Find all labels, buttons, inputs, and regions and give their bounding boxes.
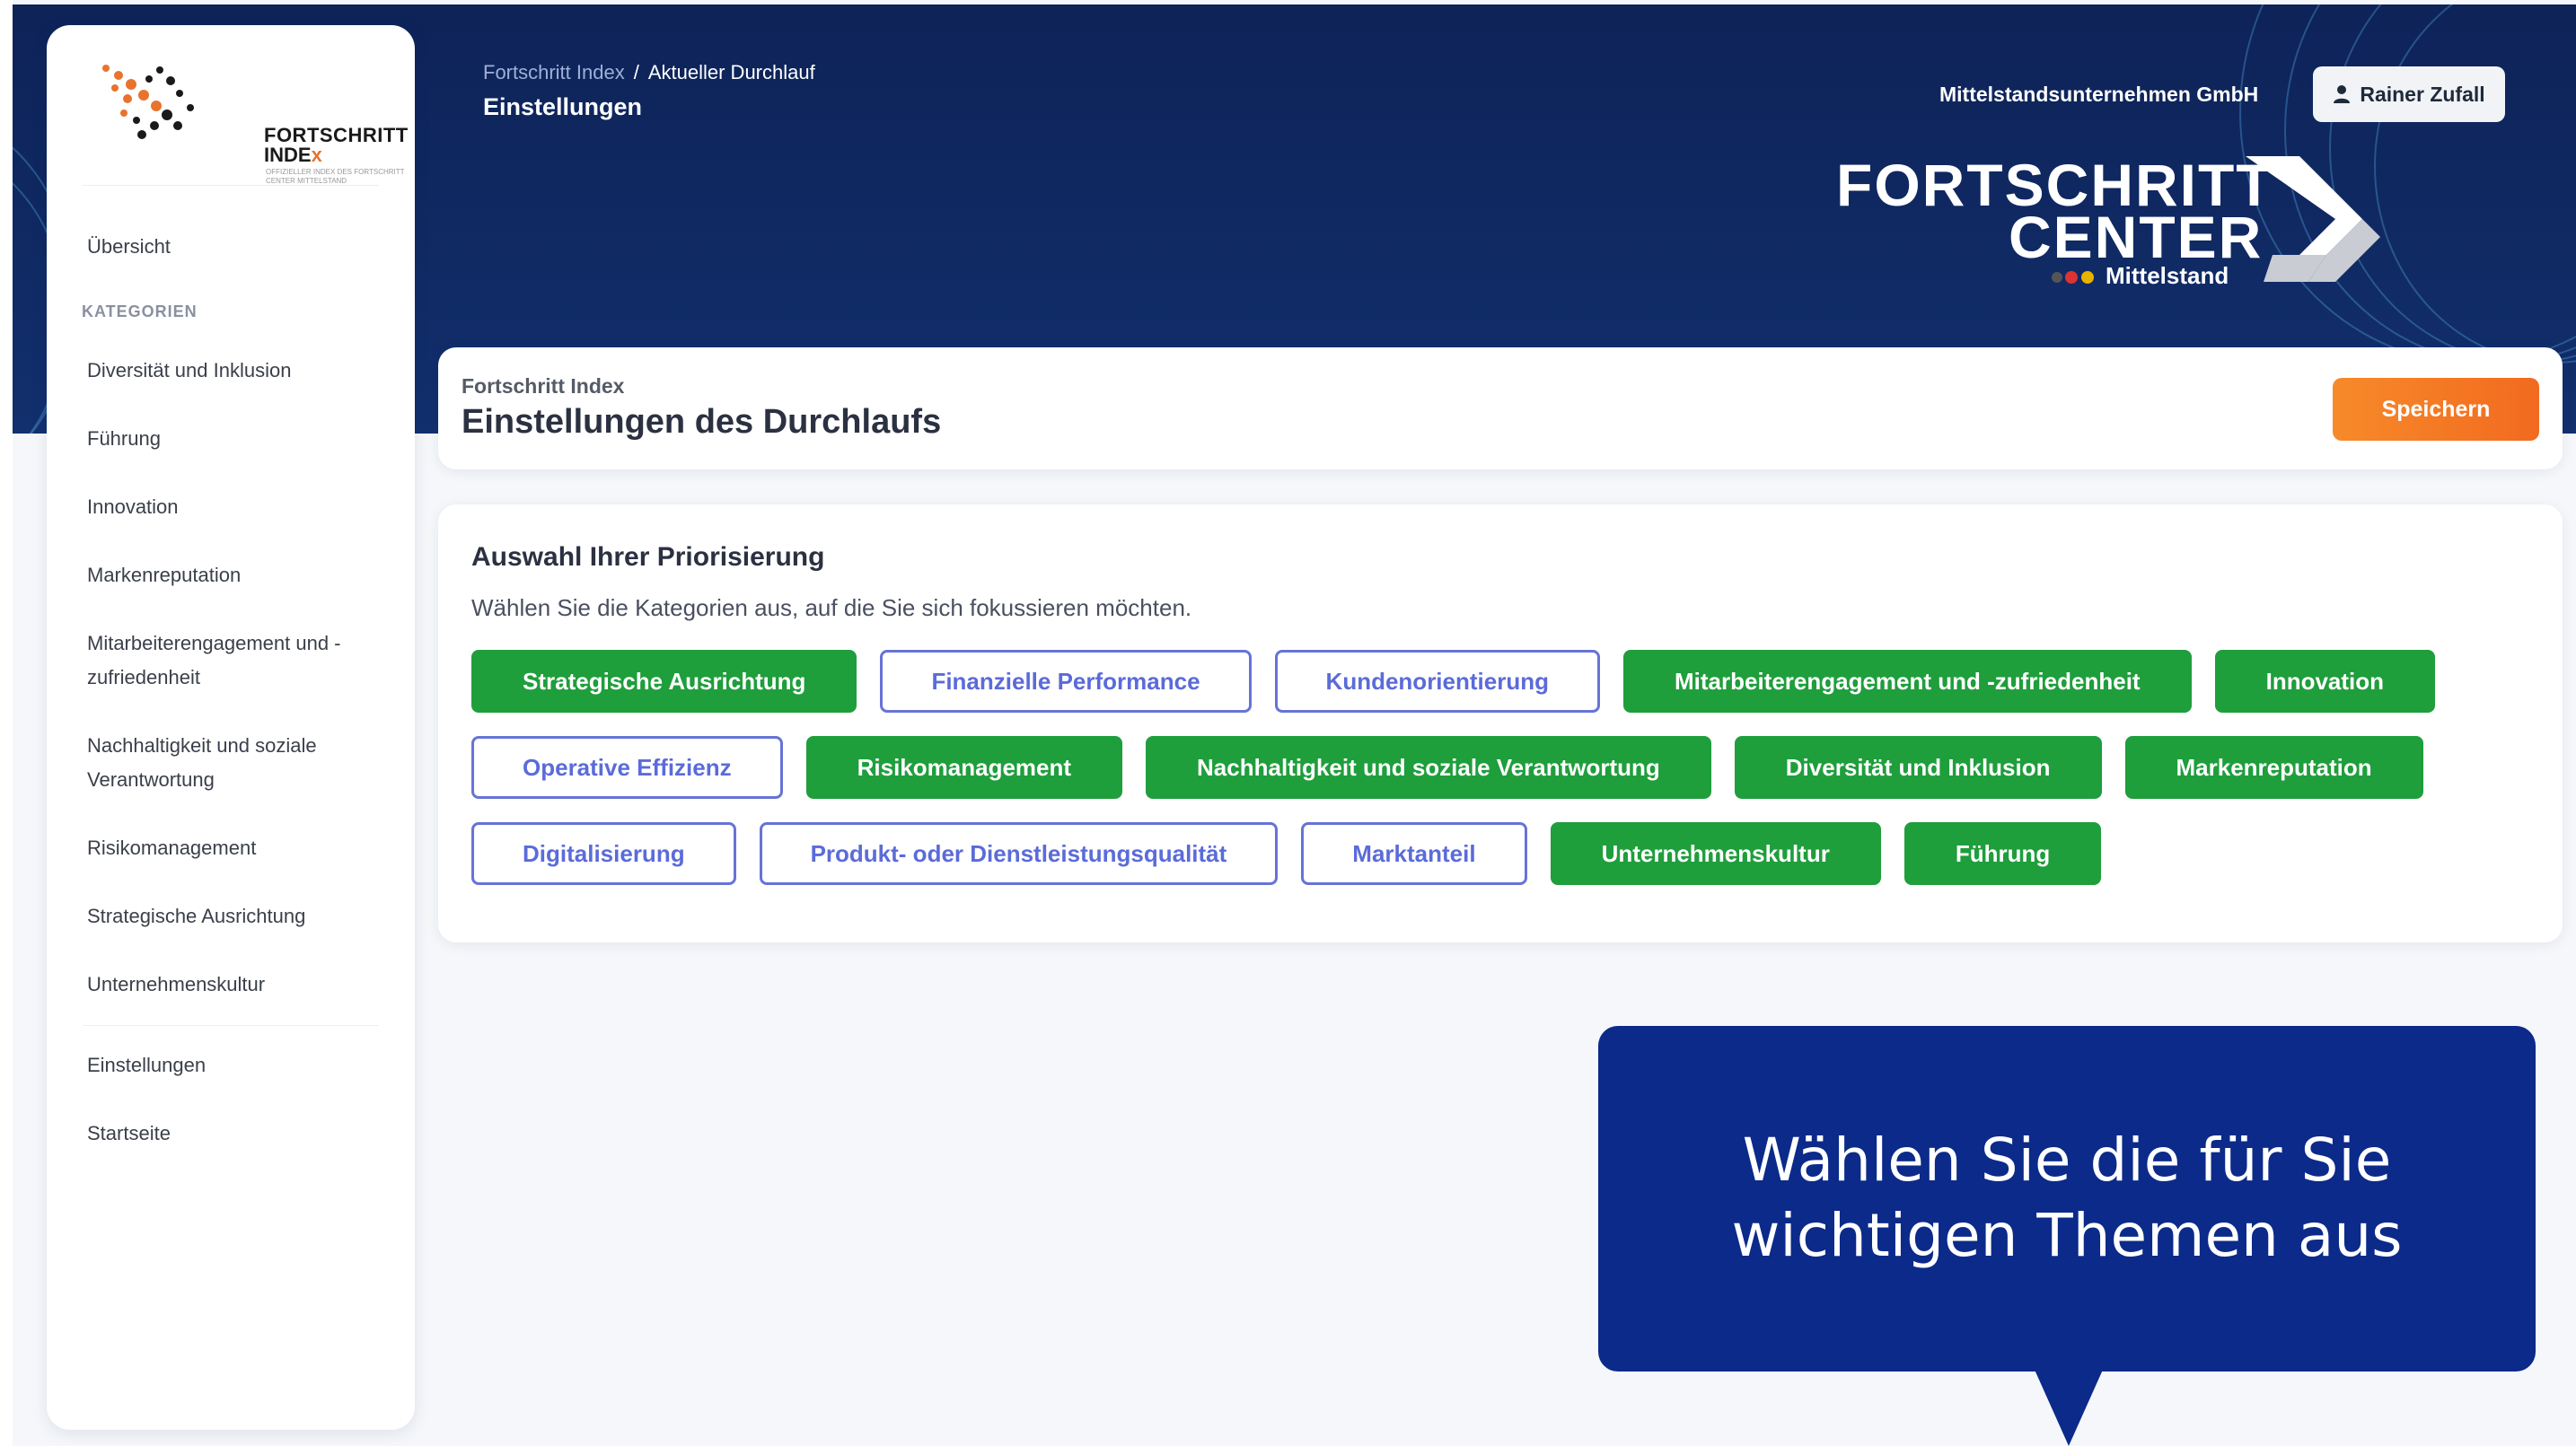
sidebar-categories-heading: KATEGORIEN bbox=[82, 302, 198, 320]
priority-chip-row: Strategische Ausrichtung Finanzielle Perf… bbox=[471, 650, 2536, 713]
breadcrumb-current: Aktueller Durchlauf bbox=[647, 61, 815, 83]
sidebar-item-leadership[interactable]: Führung bbox=[87, 422, 374, 456]
save-button[interactable]: Speichern bbox=[2333, 378, 2539, 441]
sidebar-item-innovation[interactable]: Innovation bbox=[87, 490, 374, 524]
card-subtitle: Fortschritt Index bbox=[462, 374, 625, 398]
logo-tagline: OFFIZIELLER INDEX DES FORTSCHRITT CENTER… bbox=[266, 168, 405, 185]
brand-line-2: CENTER bbox=[2009, 204, 2264, 270]
callout-line-1: Wählen Sie die für Sie bbox=[1742, 1126, 2392, 1195]
fortschritt-center-logo: FORTSCHRITT CENTER Mittelstand bbox=[1836, 151, 2380, 294]
user-icon bbox=[2334, 85, 2351, 103]
priority-chip[interactable]: Mitarbeiterengagement und -zufriedenheit bbox=[1622, 650, 2192, 713]
callout-line-2: wichtigen Themen aus bbox=[1731, 1201, 2403, 1270]
priority-chip[interactable]: Unternehmenskultur bbox=[1550, 822, 1881, 885]
sidebar: FORTSCHRITT INDEx OFFIZIELLER INDEX DES … bbox=[47, 25, 415, 1430]
sidebar-divider bbox=[83, 185, 379, 186]
brand-line-3: Mittelstand bbox=[2106, 262, 2229, 289]
priorities-heading: Auswahl Ihrer Priorisierung bbox=[471, 542, 825, 572]
priority-chip[interactable]: Strategische Ausrichtung bbox=[471, 650, 857, 713]
fortschritt-index-logo[interactable]: FORTSCHRITT INDEx OFFIZIELLER INDEX DES … bbox=[97, 57, 408, 185]
priority-chip[interactable]: Operative Effizienz bbox=[471, 736, 783, 799]
priority-chip[interactable]: Produkt- oder Dienstleistungsqualität bbox=[759, 822, 1279, 885]
priority-chip[interactable]: Finanzielle Performance bbox=[880, 650, 1252, 713]
breadcrumb: Fortschritt Index / Aktueller Durchlauf bbox=[483, 61, 815, 84]
user-name: Rainer Zufall bbox=[2360, 82, 2485, 106]
callout-pointer bbox=[2035, 1370, 2103, 1446]
breadcrumb-root[interactable]: Fortschritt Index bbox=[483, 61, 625, 83]
sidebar-item-sustainability[interactable]: Nachhaltigkeit und soziale Verantwortung bbox=[87, 729, 374, 797]
settings-header-card: Fortschritt Index Einstellungen des Durc… bbox=[438, 347, 2563, 469]
logo-subtitle: INDEx bbox=[264, 144, 322, 166]
priority-chip[interactable]: Innovation bbox=[2214, 650, 2436, 713]
priority-chip[interactable]: Führung bbox=[1903, 822, 2102, 885]
sidebar-item-settings[interactable]: Einstellungen bbox=[87, 1048, 374, 1082]
sidebar-item-diversity[interactable]: Diversität und Inklusion bbox=[87, 354, 374, 388]
sidebar-item-company-culture[interactable]: Unternehmenskultur bbox=[87, 968, 374, 1002]
tooltip-callout: Wählen Sie die für Sie wichtigen Themen … bbox=[1598, 1026, 2536, 1372]
priority-chip-group: Strategische Ausrichtung Finanzielle Perf… bbox=[471, 650, 2536, 908]
priority-chip[interactable]: Kundenorientierung bbox=[1274, 650, 1600, 713]
priority-chip[interactable]: Risikomanagement bbox=[805, 736, 1123, 799]
company-name: Mittelstandsunternehmen GmbH bbox=[1939, 83, 2259, 106]
sidebar-item-employee-engagement[interactable]: Mitarbeiterengagement und -zufriedenheit bbox=[87, 627, 374, 695]
priority-chip[interactable]: Markenreputation bbox=[2124, 736, 2423, 799]
user-menu-button[interactable]: Rainer Zufall bbox=[2313, 66, 2505, 122]
sidebar-item-risk-management[interactable]: Risikomanagement bbox=[87, 831, 374, 865]
page-title: Einstellungen bbox=[483, 93, 643, 120]
card-title: Einstellungen des Durchlaufs bbox=[462, 403, 942, 441]
priority-chip-row: Digitalisierung Produkt- oder Dienstleist… bbox=[471, 822, 2536, 885]
priorities-description: Wählen Sie die Kategorien aus, auf die S… bbox=[471, 594, 1192, 621]
priority-chip[interactable]: Digitalisierung bbox=[471, 822, 736, 885]
sidebar-item-strategic-alignment[interactable]: Strategische Ausrichtung bbox=[87, 899, 374, 933]
priorities-card: Auswahl Ihrer Priorisierung Wählen Sie d… bbox=[438, 504, 2563, 942]
brand-flag-icon bbox=[2052, 271, 2094, 284]
callout-text: Wählen Sie die für Sie wichtigen Themen … bbox=[1598, 1123, 2536, 1274]
sidebar-divider bbox=[83, 1025, 379, 1026]
chevron-right-icon bbox=[2246, 156, 2380, 282]
priority-chip-row: Operative Effizienz Risikomanagement Nachh… bbox=[471, 736, 2536, 799]
logo-mark-icon bbox=[102, 65, 194, 139]
sidebar-item-overview[interactable]: Übersicht bbox=[87, 230, 374, 264]
breadcrumb-separator: / bbox=[633, 61, 639, 83]
priority-chip[interactable]: Marktanteil bbox=[1301, 822, 1527, 885]
sidebar-item-brand-reputation[interactable]: Markenreputation bbox=[87, 558, 374, 592]
priority-chip[interactable]: Diversität und Inklusion bbox=[1734, 736, 2102, 799]
priority-chip[interactable]: Nachhaltigkeit und soziale Verantwortung bbox=[1146, 736, 1711, 799]
sidebar-item-home[interactable]: Startseite bbox=[87, 1117, 374, 1151]
